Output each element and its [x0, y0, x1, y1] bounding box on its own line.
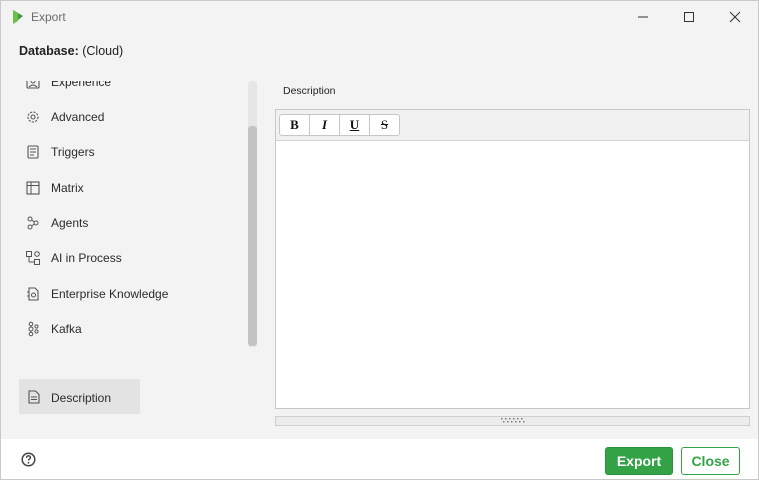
sidebar-item-label: Agents: [51, 216, 89, 230]
dialog-footer: Export Close: [1, 439, 758, 479]
minimize-icon: [638, 16, 648, 18]
sidebar-item-triggers[interactable]: Triggers: [15, 137, 245, 167]
sidebar-item-description[interactable]: Description: [19, 379, 140, 414]
sidebar-item-label: Advanced: [51, 110, 105, 124]
database-value: (Cloud): [82, 44, 124, 58]
sidebar-item-label: Triggers: [51, 145, 95, 159]
editor-resize-handle[interactable]: [275, 416, 750, 426]
italic-button[interactable]: I: [310, 115, 340, 135]
close-window-button[interactable]: [712, 1, 758, 33]
sidebar-item-label: Enterprise Knowledge: [51, 287, 169, 301]
editor-content-area[interactable]: [276, 141, 749, 408]
document-icon: [28, 390, 40, 404]
enterprise-knowledge-icon: [27, 287, 39, 301]
description-editor[interactable]: B I U S: [275, 109, 750, 409]
triggers-icon: [27, 145, 39, 159]
strikethrough-button[interactable]: S: [370, 115, 399, 135]
underline-button[interactable]: U: [340, 115, 370, 135]
sidebar-item-ai-in-process[interactable]: AI in Process: [15, 243, 245, 273]
grip-icon: [501, 418, 525, 423]
description-heading: Description: [283, 85, 336, 97]
sidebar-item-label: Kafka: [51, 322, 82, 336]
close-button[interactable]: Close: [681, 447, 740, 475]
sidebar-item-enterprise-knowledge[interactable]: Enterprise Knowledge: [15, 279, 245, 309]
sidebar-item-advanced[interactable]: Advanced: [15, 102, 245, 132]
help-icon[interactable]: [21, 452, 36, 467]
matrix-icon: [26, 181, 40, 195]
title-bar: Export: [1, 1, 758, 33]
gear-icon: [27, 111, 39, 123]
sidebar-scrollbar[interactable]: [248, 81, 257, 347]
sidebar-item-label: Experience: [51, 81, 112, 89]
ai-process-icon: [26, 251, 40, 265]
sidebar-item-agents[interactable]: Agents: [15, 208, 245, 238]
sidebar-nav: Experience Advanced Triggers Matrix Agen…: [15, 81, 245, 349]
sidebar-item-label: AI in Process: [51, 251, 122, 265]
editor-toolbar: B I U S: [276, 110, 749, 141]
database-info: Database: (Cloud): [19, 44, 123, 58]
export-dialog: Export Database: (Cloud) Experience Adva…: [0, 0, 759, 480]
bold-button[interactable]: B: [280, 115, 310, 135]
sidebar-item-label: Description: [51, 391, 112, 405]
close-icon: [729, 11, 741, 23]
maximize-icon: [684, 12, 694, 22]
sidebar-item-label: Matrix: [51, 181, 84, 195]
maximize-button[interactable]: [666, 1, 712, 33]
database-label: Database:: [19, 44, 79, 58]
window-title: Export: [31, 10, 66, 24]
agents-icon: [27, 216, 39, 230]
kafka-icon: [28, 321, 39, 337]
app-logo-icon: [13, 10, 23, 24]
sidebar-item-matrix[interactable]: Matrix: [15, 173, 245, 203]
format-button-group: B I U S: [279, 114, 400, 136]
scrollbar-thumb[interactable]: [248, 126, 257, 346]
sidebar-item-kafka[interactable]: Kafka: [15, 314, 245, 344]
experience-icon: [26, 81, 40, 89]
export-button[interactable]: Export: [605, 447, 673, 475]
minimize-button[interactable]: [620, 1, 666, 33]
sidebar-item-experience[interactable]: Experience: [15, 81, 245, 97]
